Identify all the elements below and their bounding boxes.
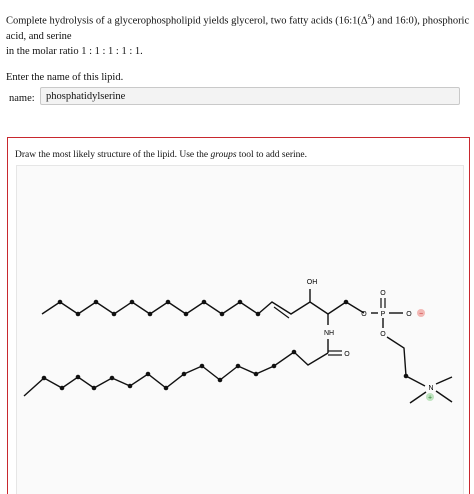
hydroxyl-label[interactable]: OH <box>307 279 318 286</box>
ester-o-label[interactable]: O <box>361 311 367 318</box>
phosphorus-label[interactable]: P <box>381 311 386 318</box>
lower-chain-vertices <box>41 349 297 391</box>
positive-charge-sign: + <box>428 395 432 402</box>
head-group-bonds[interactable] <box>386 336 426 387</box>
phosphate-right-o-label[interactable]: O <box>406 311 412 318</box>
upper-chain-vertices <box>57 299 349 317</box>
amide-nh-label[interactable]: NH <box>324 330 334 337</box>
lower-chain-bonds[interactable] <box>23 351 329 397</box>
lipid-structure[interactable]: OH NH O O P O O − O N + <box>0 0 474 494</box>
nitrogen-methyl-bond-1[interactable] <box>435 376 453 385</box>
phosphate-top-o-label[interactable]: O <box>380 290 386 297</box>
nitrogen-methyl-bond-3[interactable] <box>409 391 427 404</box>
phosphate-bottom-o-label[interactable]: O <box>380 331 386 338</box>
head-group-vertex <box>403 373 409 379</box>
negative-charge-sign: − <box>419 311 423 318</box>
nitrogen-methyl-bond-2[interactable] <box>435 390 453 403</box>
carbonyl-o-label[interactable]: O <box>344 351 350 358</box>
nitrogen-label[interactable]: N <box>428 385 433 392</box>
